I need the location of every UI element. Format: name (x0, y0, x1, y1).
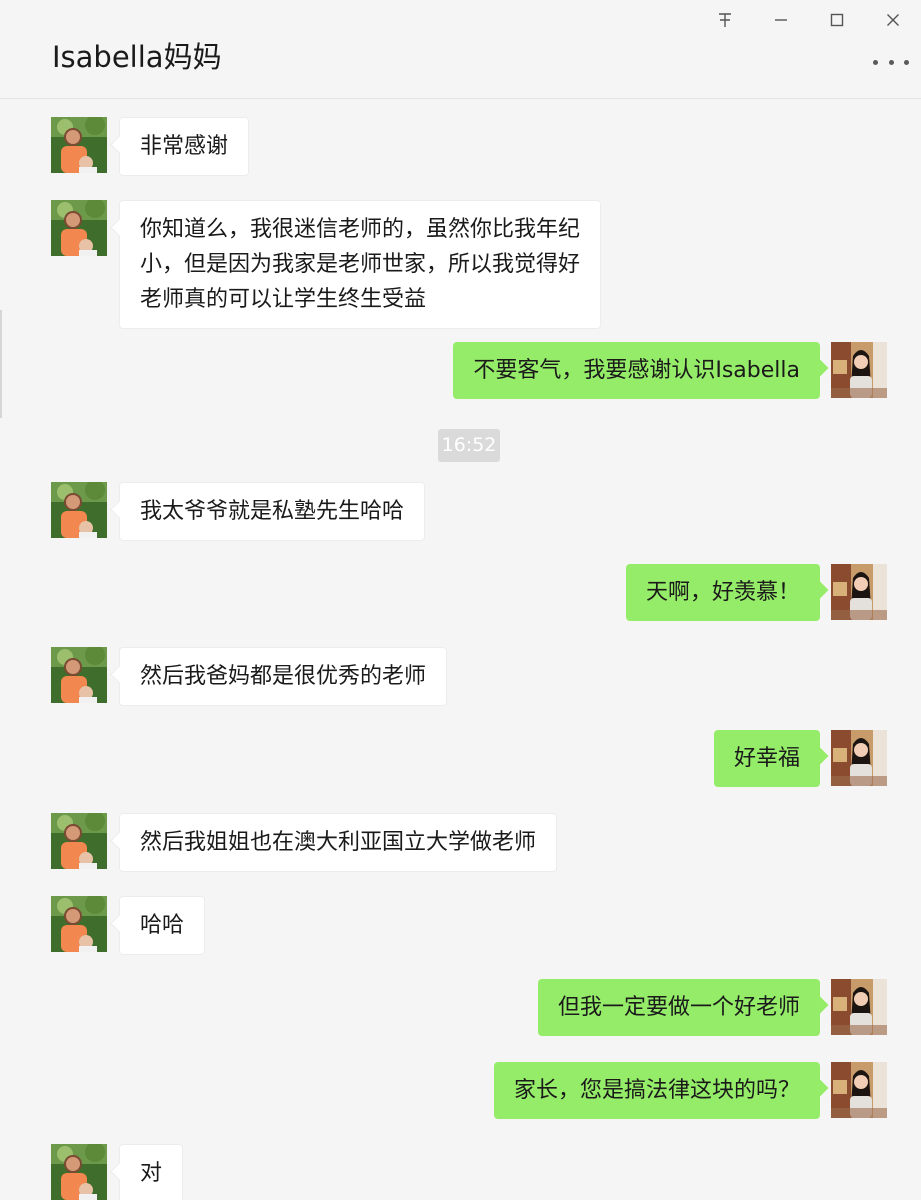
message-bubble-outgoing[interactable]: 天啊，好羡慕！ (625, 564, 820, 621)
message-bubble-incoming[interactable]: 非常感谢 (119, 117, 250, 176)
contact-avatar[interactable] (51, 482, 107, 538)
contact-avatar[interactable] (51, 813, 107, 869)
my-avatar[interactable] (831, 730, 887, 786)
pin-icon[interactable] (697, 6, 753, 34)
minimize-icon[interactable] (753, 6, 809, 34)
my-avatar[interactable] (831, 979, 887, 1035)
message-bubble-outgoing[interactable]: 家长，您是搞法律这块的吗？ (493, 1062, 820, 1119)
timestamp: 16:52 (438, 429, 500, 462)
contact-avatar[interactable] (51, 647, 107, 703)
message-bubble-outgoing[interactable]: 不要客气，我要感谢认识Isabella (453, 342, 820, 399)
close-icon[interactable] (865, 6, 921, 34)
message-bubble-incoming[interactable]: 然后我爸妈都是很优秀的老师 (119, 647, 448, 706)
contact-avatar[interactable] (51, 117, 107, 173)
message-bubble-outgoing[interactable]: 但我一定要做一个好老师 (537, 979, 820, 1036)
more-dots-icon[interactable] (871, 52, 911, 72)
my-avatar[interactable] (831, 342, 887, 398)
message-bubble-outgoing[interactable]: 好幸福 (713, 730, 820, 787)
window-controls (697, 6, 921, 34)
message-bubble-incoming[interactable]: 然后我姐姐也在澳大利亚国立大学做老师 (119, 813, 558, 872)
contact-avatar[interactable] (51, 896, 107, 952)
chat-title: Isabella妈妈 (52, 40, 222, 74)
message-bubble-incoming[interactable]: 对 (119, 1144, 184, 1200)
message-bubble-incoming[interactable]: 哈哈 (119, 896, 206, 955)
maximize-icon[interactable] (809, 6, 865, 34)
message-bubble-incoming[interactable]: 你知道么，我很迷信老师的，虽然你比我年纪 小，但是因为我家是老师世家，所以我觉得… (119, 200, 602, 329)
my-avatar[interactable] (831, 1062, 887, 1118)
my-avatar[interactable] (831, 564, 887, 620)
contact-avatar[interactable] (51, 200, 107, 256)
window-edge (0, 310, 2, 418)
message-bubble-incoming[interactable]: 我太爷爷就是私塾先生哈哈 (119, 482, 426, 541)
contact-avatar[interactable] (51, 1144, 107, 1200)
